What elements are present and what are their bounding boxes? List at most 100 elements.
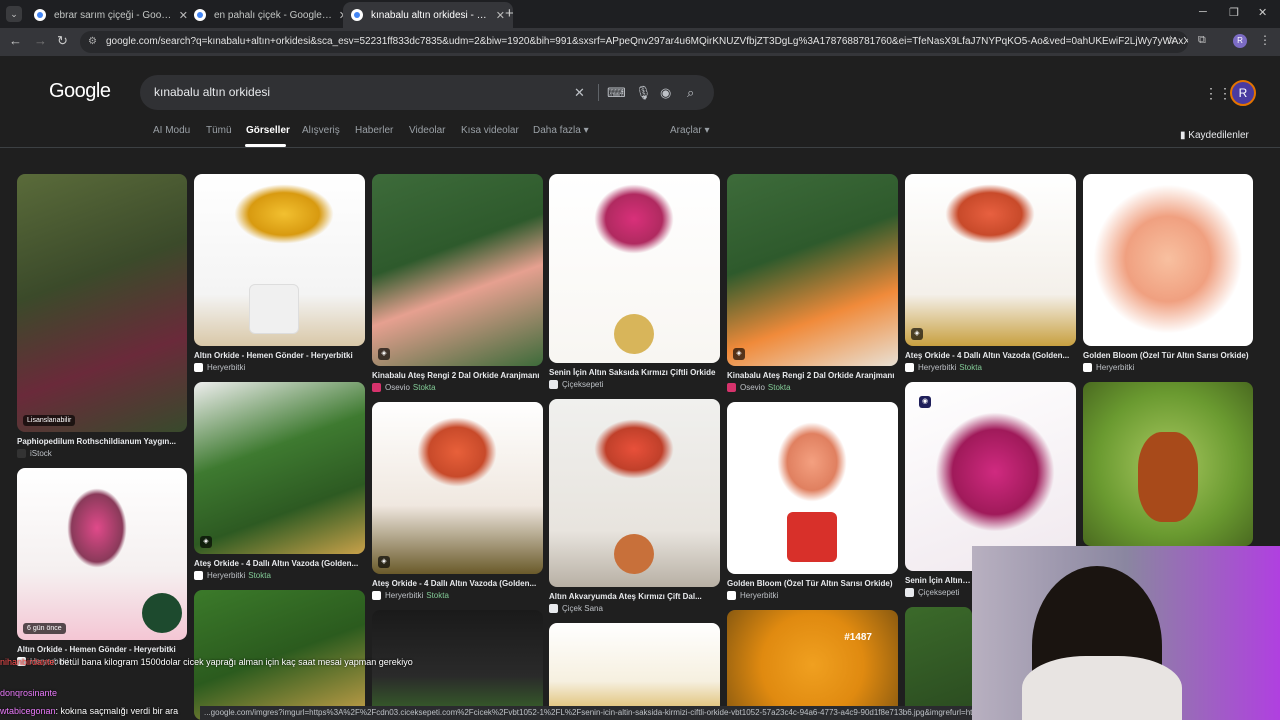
- image-result[interactable]: ◈: [372, 402, 543, 574]
- image-result[interactable]: [549, 174, 720, 363]
- image-result[interactable]: 6 gün önce: [17, 468, 187, 640]
- result-title[interactable]: Golden Bloom (Özel Tür Altın Sarısı Orki…: [727, 579, 898, 588]
- tab-ai-mode[interactable]: AI Modu: [153, 125, 190, 136]
- cicek-sana-favicon-icon: [549, 604, 558, 613]
- webcam-overlay: [972, 546, 1280, 720]
- result-title[interactable]: Kinabalu Ateş Rengi 2 Dal Orkide Aranjma…: [372, 371, 543, 380]
- close-window-icon[interactable]: ✕: [1258, 6, 1267, 19]
- result-source[interactable]: Heryerbitki: [194, 363, 245, 372]
- tab-images[interactable]: Görseller: [246, 125, 290, 136]
- ciceksepeti-favicon-icon: [549, 380, 558, 389]
- result-title[interactable]: Paphiopedilum Rothschildianum Yaygın...: [17, 437, 187, 446]
- tab-shopping[interactable]: Alışveriş: [302, 125, 340, 136]
- image-result[interactable]: ◈: [905, 174, 1076, 346]
- keyboard-icon[interactable]: ⌨: [607, 75, 626, 110]
- image-result[interactable]: ◈: [727, 174, 898, 366]
- tab-strip: ⌄ ebrar sarım çiçeği - Google'da A ✕ en …: [0, 0, 1280, 28]
- result-title[interactable]: Kinabalu Ateş Rengi 2 Dal Orkide Aranjma…: [727, 371, 898, 380]
- result-source[interactable]: Çiçeksepeti: [549, 380, 603, 389]
- search-box[interactable]: kınabalu altın orkidesi ✕ ⌨ 🎙 ◉ ⌕: [140, 75, 714, 110]
- heryerbitki-favicon-icon: [1083, 363, 1092, 372]
- result-title[interactable]: Ateş Orkide - 4 Dallı Altın Vazoda (Gold…: [905, 351, 1076, 360]
- image-result[interactable]: [905, 607, 972, 720]
- forward-icon[interactable]: →: [34, 33, 47, 48]
- result-source[interactable]: Heryerbitki Stokta: [194, 571, 271, 580]
- back-icon[interactable]: ←: [9, 33, 22, 48]
- result-title[interactable]: Altın Orkide - Hemen Gönder - Heryerbitk…: [194, 351, 365, 360]
- browser-tab-active[interactable]: kınabalu altın orkidesi - Google ✕: [343, 2, 513, 28]
- menu-kebab-icon[interactable]: ⋮: [1259, 33, 1271, 47]
- image-result[interactable]: [194, 174, 365, 346]
- account-avatar[interactable]: R: [1230, 80, 1256, 106]
- orchid-image: [234, 184, 334, 244]
- bookmark-star-icon[interactable]: ☆: [1165, 33, 1176, 47]
- image-result[interactable]: [1083, 174, 1253, 346]
- search-nav: AI Modu Tümü Görseller Alışveriş Haberle…: [0, 125, 1280, 147]
- image-result[interactable]: Lisanslanabilir: [17, 174, 187, 432]
- result-source[interactable]: Çiçek Sana: [549, 604, 603, 613]
- link-status-bar: ...google.com/imgres?imgurl=https%3A%2F%…: [200, 706, 972, 720]
- result-title[interactable]: Senin İçin Altın Sa: [905, 576, 972, 585]
- browser-tab[interactable]: ebrar sarım çiçeği - Google'da A ✕: [26, 2, 196, 28]
- shopping-tag-icon: ◈: [200, 536, 212, 548]
- reload-icon[interactable]: ↻: [57, 33, 68, 49]
- microphone-icon[interactable]: 🎙: [635, 75, 652, 110]
- tab-videos[interactable]: Videolar: [409, 125, 446, 136]
- image-result[interactable]: ◈: [372, 174, 543, 366]
- image-result[interactable]: ◉: [905, 382, 1076, 571]
- result-source[interactable]: Heryerbitki Stokta: [905, 363, 982, 372]
- istock-favicon-icon: [17, 449, 26, 458]
- restore-icon[interactable]: ❐: [1229, 6, 1239, 19]
- google-favicon-icon: [34, 9, 46, 21]
- result-source[interactable]: Osevio Stokta: [372, 383, 436, 392]
- result-source[interactable]: Heryerbitki: [727, 591, 778, 600]
- new-tab-icon[interactable]: +: [505, 5, 514, 22]
- pot-image: [787, 512, 837, 562]
- licensable-badge: Lisanslanabilir: [23, 415, 76, 426]
- close-tab-icon[interactable]: ✕: [496, 9, 505, 22]
- minimize-icon[interactable]: ─: [1199, 6, 1207, 18]
- image-result[interactable]: [1083, 382, 1253, 546]
- extensions-icon[interactable]: ⧉: [1198, 34, 1206, 47]
- image-result[interactable]: [549, 399, 720, 587]
- tab-news[interactable]: Haberler: [355, 125, 393, 136]
- search-icon[interactable]: ⌕: [687, 75, 694, 110]
- product-tag-icon: ◉: [919, 396, 931, 408]
- result-source[interactable]: Heryerbitki Stokta: [372, 591, 449, 600]
- tab-short-videos[interactable]: Kısa videolar: [461, 125, 519, 136]
- lens-camera-icon[interactable]: ◉: [660, 75, 671, 110]
- heryerbitki-favicon-icon: [905, 363, 914, 372]
- result-title[interactable]: Senin İçin Altın Saksıda Kırmızı Çiftli …: [549, 368, 720, 377]
- result-title[interactable]: Golden Bloom (Özel Tür Altın Sarısı Orki…: [1083, 351, 1253, 360]
- shopping-tag-icon: ◈: [911, 328, 923, 340]
- image-result[interactable]: #1487: [727, 610, 898, 720]
- result-title[interactable]: Ateş Orkide - 4 Dallı Altın Vazoda (Gold…: [194, 559, 365, 568]
- result-title[interactable]: Altın Akvaryumda Ateş Kırmızı Çift Dal..…: [549, 592, 720, 601]
- browser-tab[interactable]: en pahalı çiçek - Google'da Ara ✕: [186, 2, 356, 28]
- google-favicon-icon: [194, 9, 206, 21]
- tab-search-button[interactable]: ⌄: [6, 6, 22, 22]
- site-info-icon[interactable]: ⚙: [88, 31, 97, 53]
- result-title[interactable]: Ateş Orkide - 4 Dallı Altın Vazoda (Gold…: [372, 579, 543, 588]
- award-seal-icon: [142, 593, 182, 633]
- image-result[interactable]: [194, 590, 365, 720]
- result-title[interactable]: Altın Orkide - Hemen Gönder - Heryerbitk…: [17, 645, 187, 654]
- result-source[interactable]: Osevio Stokta: [727, 383, 791, 392]
- tab-all[interactable]: Tümü: [206, 125, 232, 136]
- browser-profile-avatar[interactable]: R: [1233, 34, 1247, 48]
- result-source[interactable]: iStock: [17, 449, 52, 458]
- image-result[interactable]: [727, 402, 898, 574]
- tab-more[interactable]: Daha fazla ▾: [533, 125, 589, 136]
- saved-button[interactable]: ▮ Kaydedilenler: [1180, 130, 1249, 141]
- clear-icon[interactable]: ✕: [574, 75, 585, 110]
- divider: [598, 84, 599, 101]
- image-result[interactable]: ◈: [194, 382, 365, 554]
- google-logo[interactable]: Google: [49, 80, 111, 103]
- tools-button[interactable]: Araçlar ▾: [670, 125, 710, 136]
- result-source[interactable]: Çiçeksepeti: [905, 588, 959, 597]
- chat-message: donqrosinante: [0, 688, 58, 698]
- result-source[interactable]: Heryerbitki: [1083, 363, 1134, 372]
- age-badge: 6 gün önce: [23, 623, 66, 634]
- address-bar[interactable]: ⚙ google.com/search?q=kınabalu+altın+ork…: [80, 31, 1188, 53]
- search-input[interactable]: kınabalu altın orkidesi: [154, 85, 270, 99]
